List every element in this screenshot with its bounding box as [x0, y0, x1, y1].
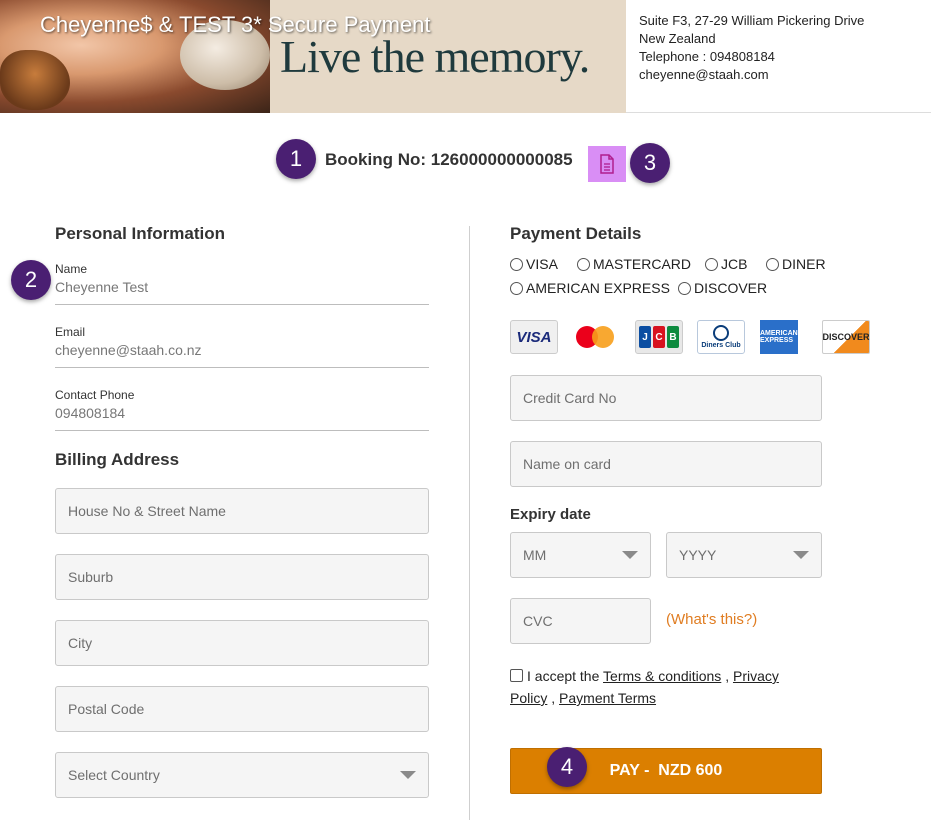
chevron-down-icon: [400, 771, 416, 779]
mastercard-logo: [572, 320, 620, 354]
card-type-amex-label: AMERICAN EXPRESS: [526, 280, 670, 296]
discover-logo: DISCOVER: [822, 320, 870, 354]
expiry-month-select[interactable]: MM: [510, 532, 651, 578]
page-header: Cheyenne$ & TEST 3* Secure Payment Live …: [0, 0, 931, 113]
hotel-banner: Cheyenne$ & TEST 3* Secure Payment Live …: [0, 0, 626, 113]
country-select-placeholder: Select Country: [68, 767, 160, 783]
suburb-input[interactable]: Suburb: [55, 554, 429, 600]
postal-code-input[interactable]: Postal Code: [55, 686, 429, 732]
name-value: Cheyenne Test: [55, 279, 149, 295]
expiry-year-placeholder: YYYY: [679, 547, 717, 563]
chevron-down-icon: [793, 551, 809, 559]
payment-details-heading: Payment Details: [510, 224, 642, 243]
suburb-placeholder: Suburb: [68, 569, 114, 585]
name-on-card-input[interactable]: Name on card: [510, 441, 822, 487]
hotel-telephone: Telephone : 094808184: [639, 49, 775, 64]
expiry-month-placeholder: MM: [523, 547, 547, 563]
jcb-letter-b: B: [667, 326, 679, 348]
expiry-year-select[interactable]: YYYY: [666, 532, 822, 578]
street-address-input[interactable]: House No & Street Name: [55, 488, 429, 534]
hotel-email: cheyenne@staah.com: [639, 67, 769, 82]
hotel-contact-info: Suite F3, 27-29 William Pickering Drive …: [639, 12, 864, 84]
accept-terms-checkbox[interactable]: [510, 669, 523, 682]
card-type-jcb-option[interactable]: JCB: [705, 256, 747, 272]
country-select[interactable]: Select Country: [55, 752, 429, 798]
street-address-placeholder: House No & Street Name: [68, 503, 226, 519]
mastercard-orange-circle: [592, 326, 614, 348]
name-on-card-placeholder: Name on card: [523, 456, 611, 472]
card-type-discover-label: DISCOVER: [694, 280, 768, 296]
banner-tagline: Live the memory.: [280, 31, 590, 82]
card-type-visa-option[interactable]: VISA: [510, 256, 558, 272]
card-type-visa-label: VISA: [526, 256, 558, 272]
callout-marker-1: 1: [276, 139, 316, 179]
postal-code-placeholder: Postal Code: [68, 701, 145, 717]
jcb-logo: J C B: [635, 320, 683, 354]
card-type-jcb-label: JCB: [721, 256, 748, 272]
cvc-placeholder: CVC: [523, 613, 553, 629]
payment-terms-link[interactable]: Payment Terms: [559, 690, 656, 706]
name-label: Name: [55, 262, 88, 276]
personal-information-heading: Personal Information: [55, 224, 226, 243]
email-value: cheyenne@staah.co.nz: [55, 342, 202, 358]
radio-diner[interactable]: [766, 257, 779, 271]
address-line-1: Suite F3, 27-29 William Pickering Drive: [639, 13, 865, 28]
visa-logo: VISA: [510, 320, 558, 354]
american-express-logo: AMERICAN EXPRESS: [760, 320, 798, 354]
credit-card-number-input[interactable]: Credit Card No: [510, 375, 822, 421]
jcb-letter-j: J: [639, 326, 651, 348]
diners-club-text: Diners Club: [701, 342, 741, 349]
chevron-down-icon: [622, 551, 638, 559]
booking-number: Booking No: 126000000000085: [325, 150, 573, 169]
radio-discover[interactable]: [678, 281, 691, 295]
card-type-discover-option[interactable]: DISCOVER: [678, 280, 767, 296]
email-label: Email: [55, 325, 86, 339]
cvc-input[interactable]: CVC: [510, 598, 651, 644]
column-divider: [469, 226, 470, 820]
diners-club-logo: Diners Club: [697, 320, 745, 354]
address-line-2: New Zealand: [639, 31, 716, 46]
terms-acceptance: I accept the Terms & conditions , Privac…: [510, 668, 779, 706]
terms-conditions-link[interactable]: Terms & conditions: [603, 668, 721, 684]
radio-visa[interactable]: [510, 257, 523, 271]
whats-this-cvc-link[interactable]: (What's this?): [666, 611, 757, 628]
view-booking-document-button[interactable]: [588, 146, 626, 182]
city-placeholder: City: [68, 635, 93, 651]
name-divider: [55, 304, 429, 305]
expiry-date-label: Expiry date: [510, 506, 591, 523]
diners-circle-icon: [713, 325, 729, 341]
radio-mastercard[interactable]: [577, 257, 590, 271]
card-type-amex-option[interactable]: AMERICAN EXPRESS: [510, 280, 670, 296]
jcb-letter-c: C: [653, 326, 665, 348]
radio-amex[interactable]: [510, 281, 523, 295]
document-icon: [600, 154, 614, 174]
card-type-diner-label: DINER: [782, 256, 826, 272]
email-divider: [55, 367, 429, 368]
contact-phone-label: Contact Phone: [55, 388, 135, 402]
bird-illustration: [0, 50, 70, 110]
billing-address-heading: Billing Address: [55, 450, 180, 469]
card-type-mastercard-label: MASTERCARD: [593, 256, 692, 272]
contact-phone-value: 094808184: [55, 405, 126, 421]
radio-jcb[interactable]: [705, 257, 718, 271]
credit-card-number-placeholder: Credit Card No: [523, 390, 617, 406]
card-type-mastercard-option[interactable]: MASTERCARD: [577, 256, 691, 272]
phone-divider: [55, 430, 429, 431]
callout-marker-2: 2: [11, 260, 51, 300]
card-type-diner-option[interactable]: DINER: [766, 256, 826, 272]
callout-marker-3: 3: [630, 143, 670, 183]
terms-prefix-text: I accept the: [527, 668, 600, 684]
callout-marker-4: 4: [547, 747, 587, 787]
city-input[interactable]: City: [55, 620, 429, 666]
